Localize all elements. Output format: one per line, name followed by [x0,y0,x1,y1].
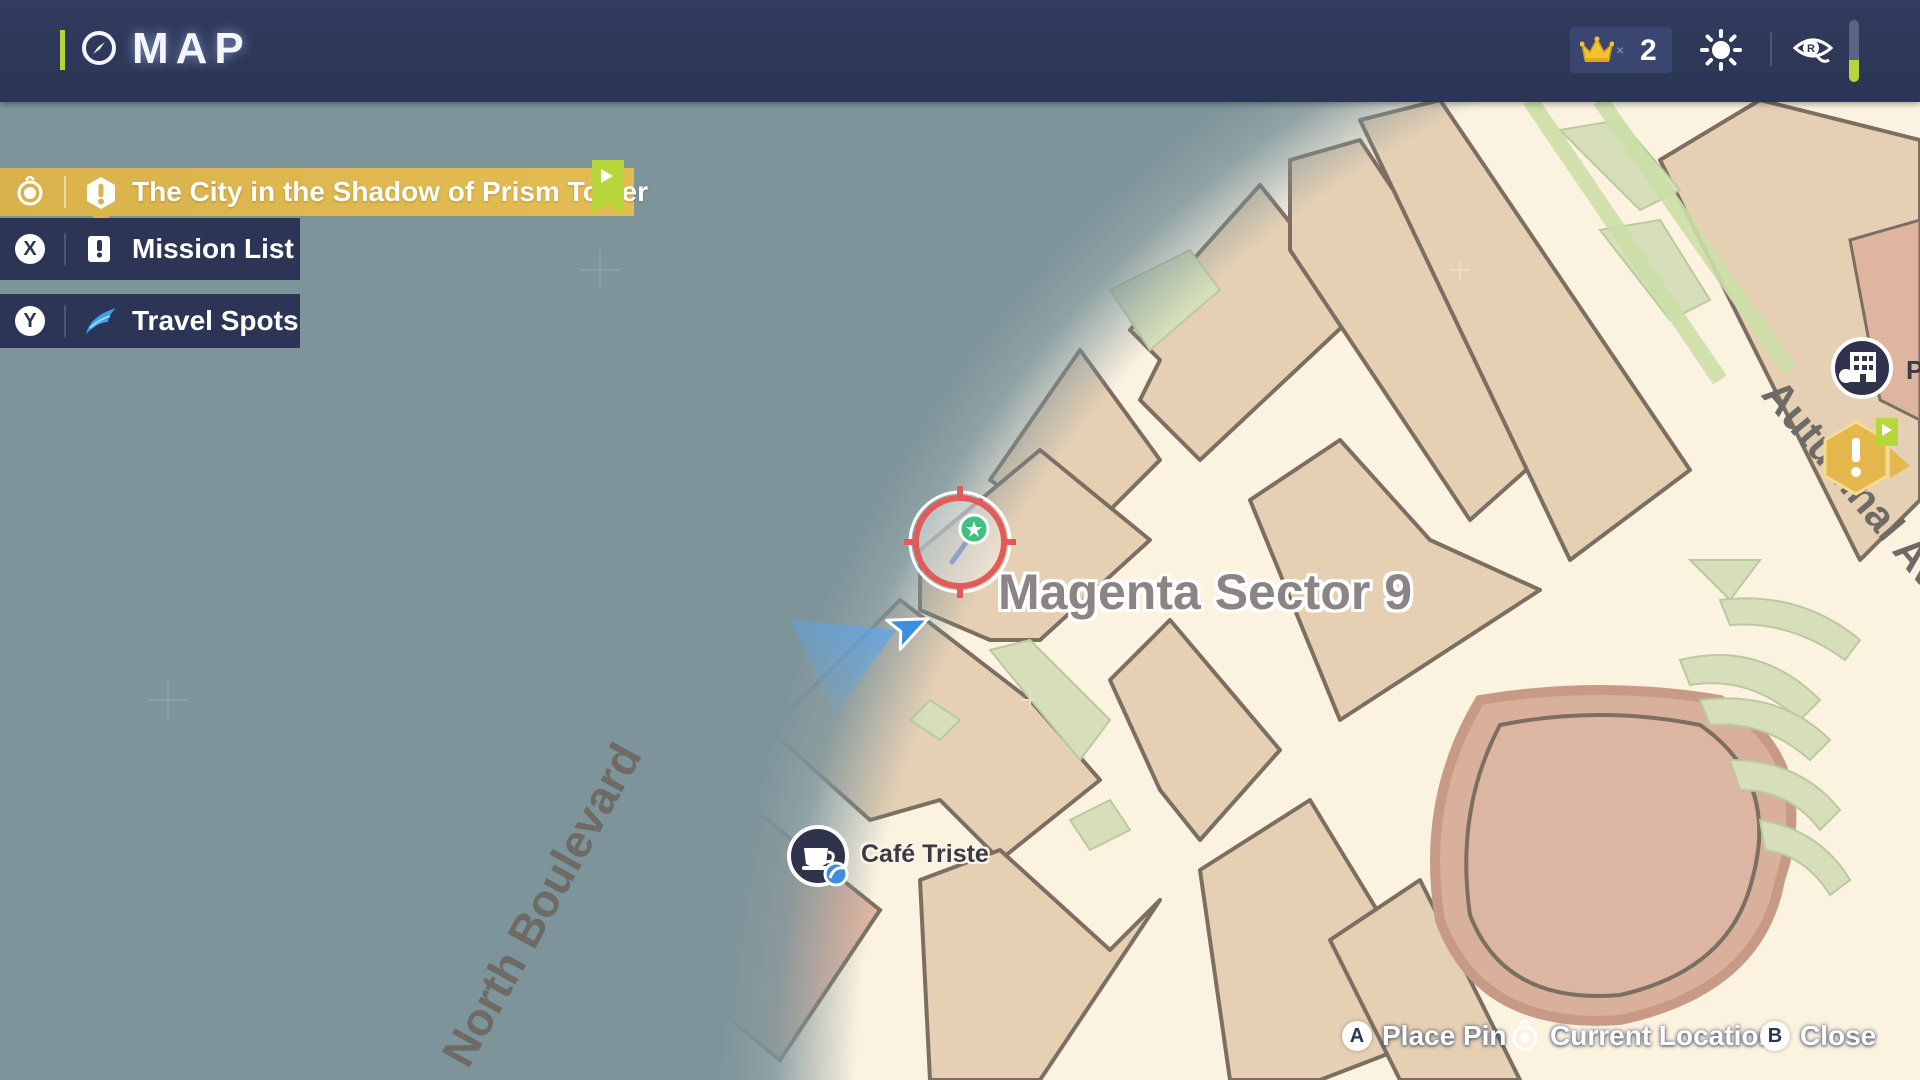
crown-count: 2 [1640,34,1657,67]
travel-spots-button[interactable]: Y Travel Spots [0,294,300,348]
active-mission-banner[interactable]: The City in the Shadow of Prism Tower [0,160,648,226]
mission-list-icon [88,236,110,262]
wing-icon [86,308,116,334]
current-location-label: Current Location [1550,1020,1776,1051]
tracked-flag-icon [592,160,624,214]
svg-text:R: R [1807,43,1815,55]
header-accent-bar [60,30,65,70]
cafe-icon[interactable] [787,825,849,887]
menu-divider [64,233,66,265]
x-button-icon: X [15,234,45,264]
menu-divider [64,305,66,337]
header-divider [1770,32,1772,66]
compass-icon [82,31,116,65]
active-mission-title: The City in the Shadow of Prism Tower [132,176,648,207]
poi-label-cafe: Café Triste [861,840,989,868]
hint-close[interactable]: B Close [1760,1020,1876,1052]
map-canvas[interactable]: North Boulevard Autumnal Ave [0,0,1920,1080]
b-button-icon: B [1760,1021,1790,1051]
hint-current-location[interactable]: Current Location [1510,1020,1776,1052]
battery-indicator [1849,20,1859,82]
district-label: Magenta Sector 9 [998,564,1413,620]
hint-place-pin[interactable]: A Place Pin [1342,1020,1507,1052]
place-pin-label: Place Pin [1382,1020,1507,1051]
sun-icon [1700,29,1742,71]
y-button-icon: Y [15,306,45,336]
travel-spots-label: Travel Spots [132,305,299,336]
crown-icon [1580,36,1614,62]
mission-list-label: Mission List [132,233,294,264]
mission-list-button[interactable]: X Mission List [0,218,300,280]
map-toggle-icon[interactable]: R [1793,30,1833,70]
building-icon[interactable] [1831,337,1893,399]
banner-divider [64,176,66,208]
close-label: Close [1800,1020,1877,1051]
poi-label-building: P [1906,355,1920,385]
multiplier-sign: × [1616,42,1625,58]
l-stick-button-icon [1512,1020,1538,1051]
a-button-icon: A [1342,1021,1372,1051]
top-bar: MAP × 2 R [0,0,1920,102]
crown-counter: × 2 [1570,27,1672,73]
page-title: MAP [132,24,251,73]
r-stick-button-icon [17,176,43,206]
mission-exclamation-icon [87,177,115,209]
